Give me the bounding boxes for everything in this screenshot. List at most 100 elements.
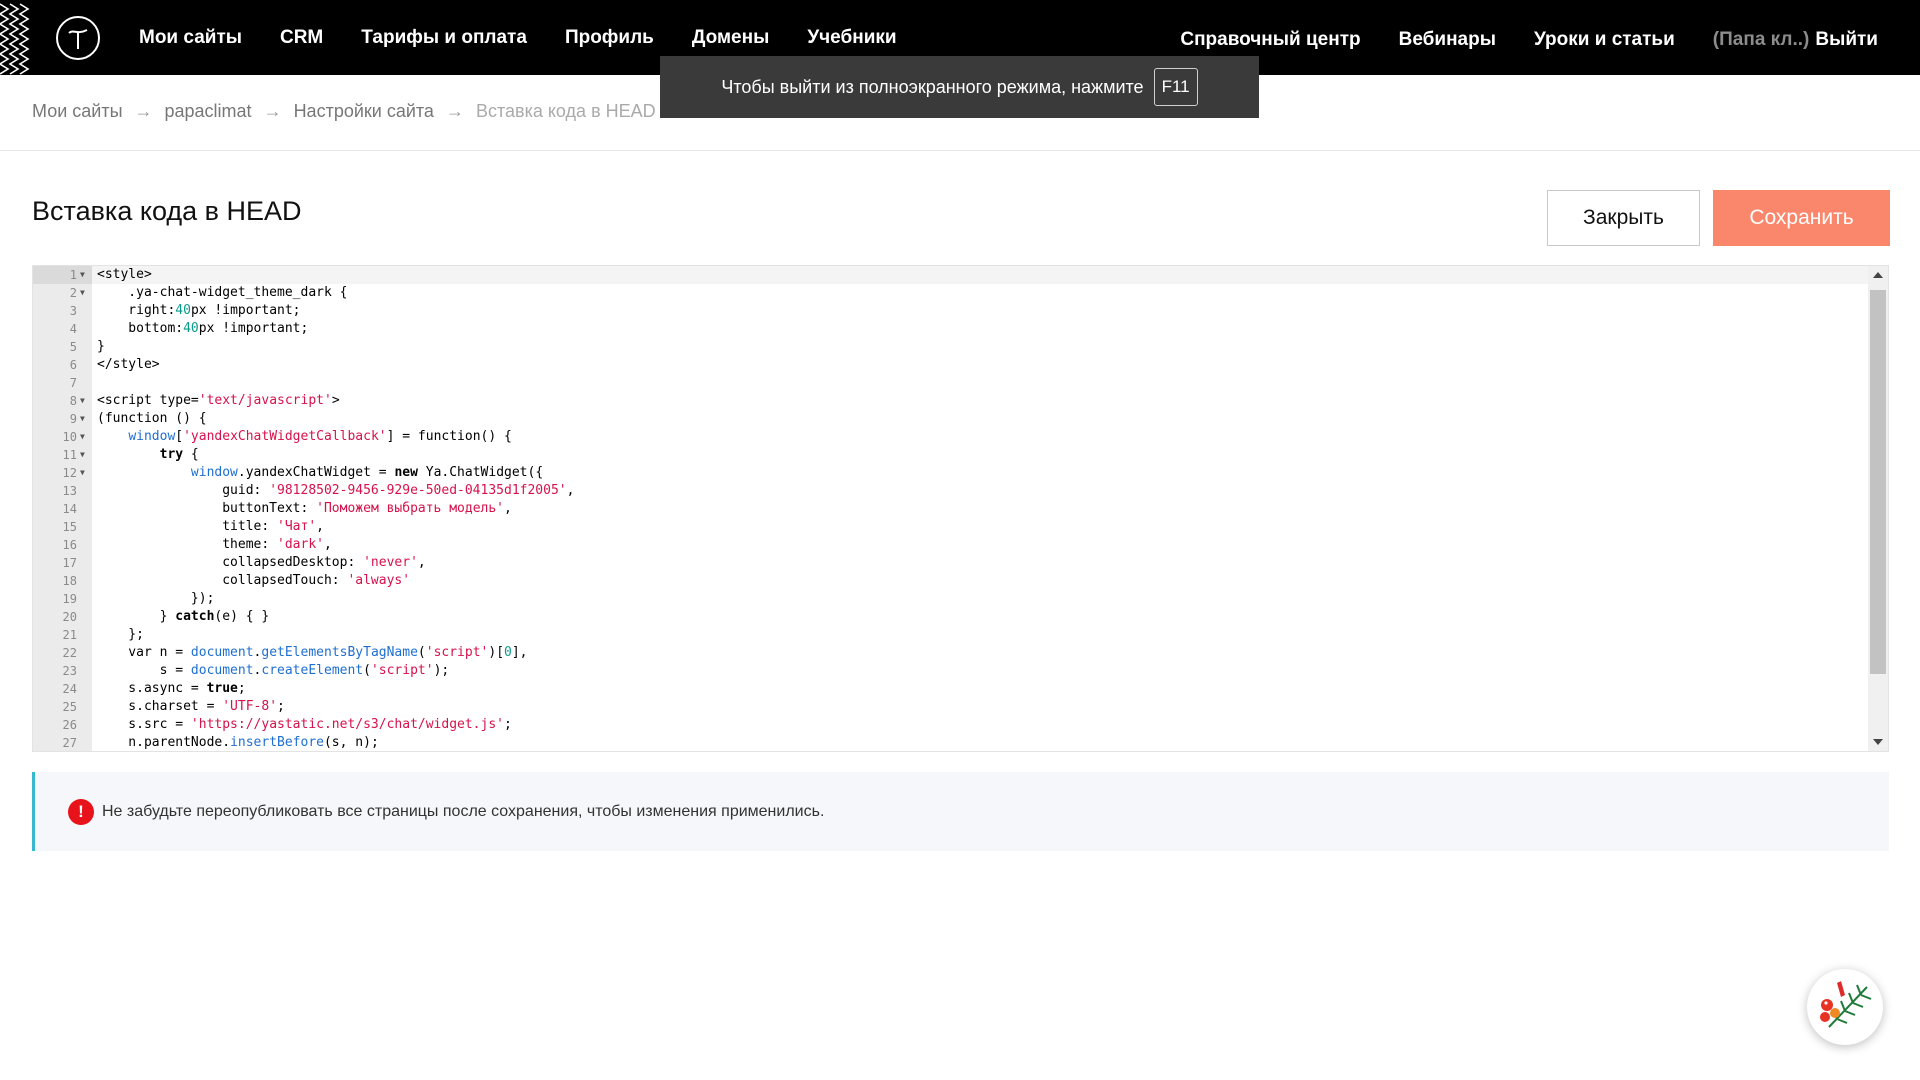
code-text: s.src = 'https://yastatic.net/s3/chat/wi…	[97, 717, 512, 732]
line-number: 25	[62, 700, 77, 714]
line-number: 8	[69, 394, 77, 408]
tilda-logo-icon	[68, 29, 88, 49]
fold-arrow-icon[interactable]: ▼	[80, 410, 85, 428]
line-number: 4	[69, 322, 77, 336]
fold-arrow-icon[interactable]: ▼	[80, 266, 85, 284]
nav-my-sites[interactable]: Мои сайты	[139, 27, 242, 49]
code-line[interactable]: 20 } catch(e) { }	[33, 608, 1869, 626]
nav-domains[interactable]: Домены	[692, 27, 769, 49]
code-line[interactable]: 24 s.async = true;	[33, 680, 1869, 698]
code-line[interactable]: 3 right:40px !important;	[33, 302, 1869, 320]
nav-lessons[interactable]: Уроки и статьи	[1534, 29, 1675, 51]
line-number: 24	[62, 682, 77, 696]
code-line[interactable]: 5}	[33, 338, 1869, 356]
line-number: 14	[62, 502, 77, 516]
nav-crm[interactable]: CRM	[280, 27, 323, 49]
nav-help-center[interactable]: Справочный центр	[1180, 29, 1360, 51]
code-line[interactable]: 8 ▼ <script type='text/javascript'>	[33, 392, 1869, 410]
fold-arrow-icon[interactable]: ▼	[80, 284, 85, 302]
line-number: 6	[69, 358, 77, 372]
code-line[interactable]: 27 n.parentNode.insertBefore(s, n);	[33, 734, 1869, 751]
line-number: 3	[69, 304, 77, 318]
warning-icon: !	[68, 798, 94, 825]
code-text: };	[97, 627, 144, 642]
code-line[interactable]: 26 s.src = 'https://yastatic.net/s3/chat…	[33, 716, 1869, 734]
logout-link[interactable]: Выйти	[1815, 29, 1878, 51]
code-line[interactable]: 1 ▼ <style>	[33, 266, 1869, 284]
code-text: buttonText: 'Поможем выбрать модель',	[97, 501, 512, 516]
code-line[interactable]: 17 collapsedDesktop: 'never',	[33, 554, 1869, 572]
code-line[interactable]: 21 };	[33, 626, 1869, 644]
code-line[interactable]: 13 guid: '98128502-9456-929e-50ed-04135d…	[33, 482, 1869, 500]
code-text: .ya-chat-widget_theme_dark {	[97, 285, 348, 300]
scroll-down-arrow-icon[interactable]	[1873, 739, 1883, 745]
line-number: 18	[62, 574, 77, 588]
line-number: 20	[62, 610, 77, 624]
holiday-decoration-icon	[1820, 978, 1872, 1028]
code-text: collapsedTouch: 'always'	[97, 573, 411, 588]
breadcrumb-site[interactable]: papaclimat	[165, 101, 252, 122]
breadcrumb-my-sites[interactable]: Мои сайты	[32, 101, 123, 122]
code-text: right:40px !important;	[97, 303, 301, 318]
breadcrumb-arrow-icon: →	[263, 101, 282, 121]
tilda-logo[interactable]	[56, 16, 100, 60]
fullscreen-exit-tooltip: Чтобы выйти из полноэкранного режима, на…	[660, 56, 1259, 118]
line-number: 23	[62, 664, 77, 678]
code-line[interactable]: 9 ▼ (function () {	[33, 410, 1869, 428]
line-number: 13	[62, 484, 77, 498]
code-line[interactable]: 14 buttonText: 'Поможем выбрать модель',	[33, 500, 1869, 518]
code-editor[interactable]: 1 ▼ <style> 2 ▼ .ya-chat-widget_theme_dark {…	[32, 265, 1889, 752]
scroll-thumb[interactable]	[1870, 290, 1886, 674]
code-line[interactable]: 7	[33, 374, 1869, 392]
page-title: Вставка кода в HEAD	[32, 196, 302, 226]
code-text: } catch(e) { }	[97, 609, 270, 624]
code-line[interactable]: 19 });	[33, 590, 1869, 608]
line-number: 22	[62, 646, 77, 660]
line-number: 7	[69, 376, 77, 390]
code-line[interactable]: 2 ▼ .ya-chat-widget_theme_dark {	[33, 284, 1869, 302]
chat-widget-button[interactable]	[1807, 969, 1883, 1045]
zigzag-decoration-icon	[0, 3, 30, 75]
code-line[interactable]: 11 ▼ try {	[33, 446, 1869, 464]
line-number: 19	[62, 592, 77, 606]
code-line[interactable]: 12 ▼ window.yandexChatWidget = new Ya.Cha…	[33, 464, 1869, 482]
code-text: theme: 'dark',	[97, 537, 332, 552]
fold-arrow-icon[interactable]: ▼	[80, 464, 85, 482]
code-line[interactable]: 23 s = document.createElement('script');	[33, 662, 1869, 680]
breadcrumb-arrow-icon: →	[445, 101, 464, 121]
save-button[interactable]: Сохранить	[1713, 190, 1890, 246]
close-button[interactable]: Закрыть	[1547, 190, 1700, 246]
code-text: window['yandexChatWidgetCallback'] = fun…	[128, 429, 512, 444]
nav-tutorials[interactable]: Учебники	[807, 27, 896, 49]
code-line[interactable]: 4 bottom:40px !important;	[33, 320, 1869, 338]
editor-scrollbar[interactable]	[1868, 266, 1888, 751]
code-text: (function () {	[97, 411, 207, 426]
nav-webinars[interactable]: Вебинары	[1399, 29, 1496, 51]
code-text: var n = document.getElementsByTagName('s…	[97, 645, 528, 660]
code-line[interactable]: 6 </style>	[33, 356, 1869, 374]
code-text: bottom:40px !important;	[97, 321, 309, 336]
fold-arrow-icon[interactable]: ▼	[80, 392, 85, 410]
code-line[interactable]: 25 s.charset = 'UTF-8';	[33, 698, 1869, 716]
notice-message: Не забудьте переопубликовать все страниц…	[102, 802, 825, 820]
nav-profile[interactable]: Профиль	[565, 27, 654, 49]
code-line[interactable]: 18 collapsedTouch: 'always'	[33, 572, 1869, 590]
code-line[interactable]: 15 title: 'Чат',	[33, 518, 1869, 536]
fold-arrow-icon[interactable]: ▼	[80, 446, 85, 464]
code-line[interactable]: 16 theme: 'dark',	[33, 536, 1869, 554]
account-name[interactable]: (Папа кл..)	[1713, 29, 1810, 51]
scroll-up-arrow-icon[interactable]	[1873, 272, 1883, 278]
nav-tariffs[interactable]: Тарифы и оплата	[361, 27, 527, 49]
line-number: 11	[62, 448, 77, 462]
code-content[interactable]: 1 ▼ <style> 2 ▼ .ya-chat-widget_theme_dark {…	[33, 266, 1869, 751]
code-line[interactable]: 22 var n = document.getElementsByTagName…	[33, 644, 1869, 662]
fullscreen-tip-text: Чтобы выйти из полноэкранного режима, на…	[721, 76, 1144, 97]
republish-notice: ! Не забудьте переопубликовать все стран…	[32, 772, 1889, 851]
line-number: 5	[69, 340, 77, 354]
fullscreen-key-badge: F11	[1153, 68, 1198, 106]
code-text: title: 'Чат',	[97, 519, 324, 534]
code-text: collapsedDesktop: 'never',	[97, 555, 426, 570]
breadcrumb-site-settings[interactable]: Настройки сайта	[294, 101, 434, 122]
code-line[interactable]: 10 ▼ window['yandexChatWidgetCallback'] =…	[33, 428, 1869, 446]
fold-arrow-icon[interactable]: ▼	[80, 428, 85, 446]
